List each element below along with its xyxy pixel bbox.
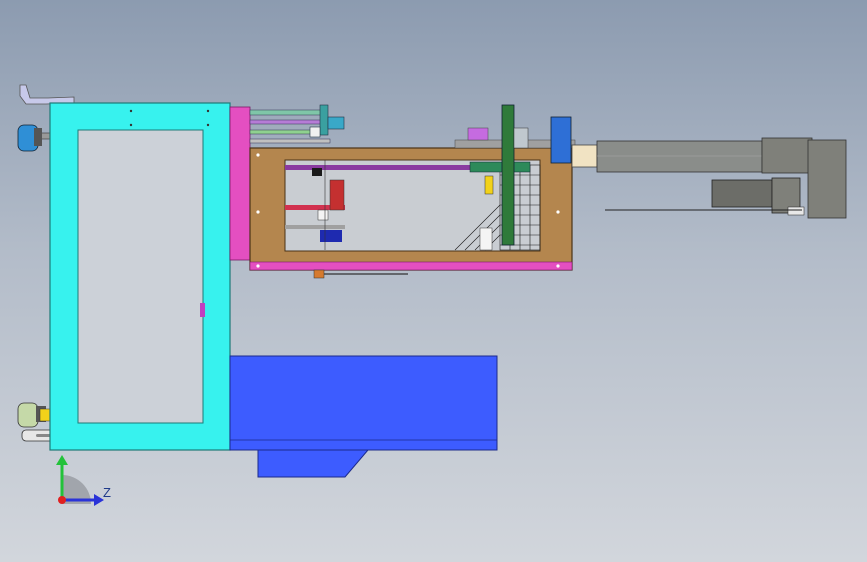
- z-axis-label: Z: [103, 485, 111, 500]
- top-bracket: [19, 84, 75, 105]
- guide-rods: [249, 104, 345, 144]
- upper-knob: [17, 124, 55, 152]
- lever-rod: [313, 269, 408, 279]
- assembly-drawing: Z: [17, 84, 847, 506]
- base-block: [229, 355, 498, 478]
- cad-viewport[interactable]: Z: [0, 0, 867, 562]
- triad-origin: [58, 496, 66, 504]
- y-axis-arrowhead: [56, 455, 68, 465]
- axis-triad[interactable]: Z: [56, 455, 111, 506]
- cylinder-actuator: [571, 137, 847, 219]
- mounting-plate: [229, 106, 251, 261]
- main-frame: [49, 102, 231, 451]
